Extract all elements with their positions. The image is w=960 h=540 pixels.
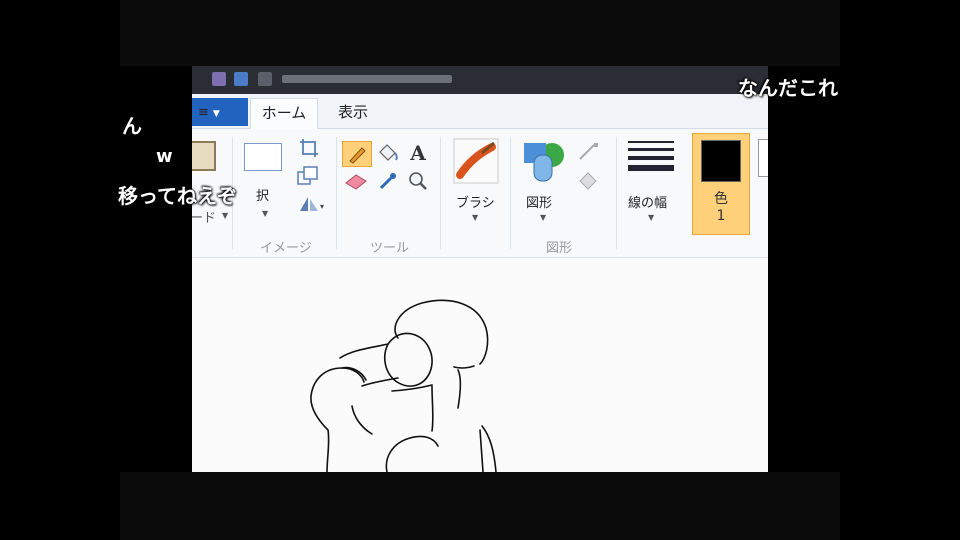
svg-text:▾: ▾	[320, 202, 324, 211]
chevron-down-icon: ▼	[540, 213, 547, 222]
line-width-icon	[628, 141, 674, 171]
eraser-icon	[345, 174, 367, 190]
shapes-group-label: 図形	[546, 241, 573, 256]
title-text-blur	[282, 75, 452, 83]
color-picker-button[interactable]	[374, 169, 402, 193]
title-bar	[192, 66, 768, 94]
undo-icon[interactable]	[258, 72, 272, 86]
magnifier-button[interactable]	[404, 169, 432, 193]
shapes-icon	[524, 143, 564, 182]
select-rectangle-icon	[244, 143, 282, 171]
ribbon-home: ード ▼ 択 ▼ ▾ イメージ A ツール ブラシ ▼ 図形 ▼ 図形 線の幅 …	[192, 129, 768, 258]
brush-button[interactable]: ブラシ ▼	[448, 137, 504, 233]
group-separator	[616, 137, 617, 249]
freehand-drawing	[310, 299, 497, 472]
brush-icon	[453, 138, 499, 184]
video-letterbox-bottom	[120, 472, 840, 540]
text-a-icon: A	[410, 141, 426, 165]
crop-icon[interactable]	[298, 137, 320, 159]
paste-icon[interactable]	[192, 141, 216, 171]
chevron-down-icon: ▼	[222, 211, 229, 220]
chevron-down-icon: ▼	[262, 209, 269, 218]
brush-label: ブラシ	[456, 196, 495, 211]
app-icon	[212, 72, 226, 86]
shapes-label: 図形	[526, 196, 553, 211]
text-button[interactable]: A	[404, 141, 432, 165]
comment-text: なんだこれ	[738, 76, 838, 100]
clipboard-group-label: ード	[192, 211, 217, 226]
save-icon[interactable]	[234, 72, 248, 86]
tab-view[interactable]: 表示	[322, 98, 384, 128]
fill-shape-icon[interactable]	[576, 169, 604, 191]
rotate-icon[interactable]: ▾	[296, 193, 326, 215]
line-width-button[interactable]: 線の幅 ▼	[622, 137, 684, 233]
group-separator	[336, 137, 337, 249]
paint-window: ≡ ▼ ホーム 表示 ード ▼ 択 ▼ ▾ イメージ A ツール ブラシ ▼ 図…	[192, 66, 768, 472]
select-label: 択	[256, 189, 270, 204]
color2-button[interactable]	[758, 139, 768, 177]
chevron-down-icon: ▼	[472, 213, 479, 222]
color1-number: 1	[716, 208, 726, 224]
line-width-label: 線の幅	[628, 196, 668, 211]
eyedropper-icon	[379, 173, 396, 190]
chevron-down-icon: ▼	[212, 109, 220, 119]
drawing-canvas[interactable]	[192, 258, 768, 472]
resize-icon[interactable]	[296, 165, 320, 187]
tab-home[interactable]: ホーム	[250, 98, 318, 129]
eraser-button[interactable]	[342, 169, 370, 193]
chevron-down-icon: ▼	[648, 213, 655, 222]
select-button[interactable]: 択 ▼	[242, 141, 284, 231]
paint-bucket-icon	[379, 144, 398, 161]
comment-text: ん	[122, 114, 142, 138]
file-menu-tab[interactable]: ≡ ▼	[192, 98, 248, 126]
pencil-button[interactable]	[342, 141, 372, 167]
image-group-label: イメージ	[260, 241, 312, 256]
fill-button[interactable]	[374, 141, 402, 165]
tools-group-label: ツール	[370, 241, 410, 256]
comment-text: 移ってねえぞ	[118, 184, 237, 208]
group-separator	[510, 137, 511, 249]
color1-swatch	[701, 140, 741, 182]
video-letterbox-top	[120, 0, 840, 66]
magnifier-icon	[409, 172, 427, 190]
ribbon-tabs: ≡ ▼ ホーム 表示	[192, 94, 768, 129]
pencil-icon	[349, 147, 366, 164]
comment-text: w	[156, 146, 173, 167]
color1-button[interactable]: 色 1	[692, 133, 750, 235]
color1-label: 色	[714, 191, 728, 207]
shapes-button[interactable]: 図形 ▼	[516, 137, 572, 233]
outline-icon[interactable]	[576, 141, 604, 163]
group-separator	[440, 137, 441, 249]
